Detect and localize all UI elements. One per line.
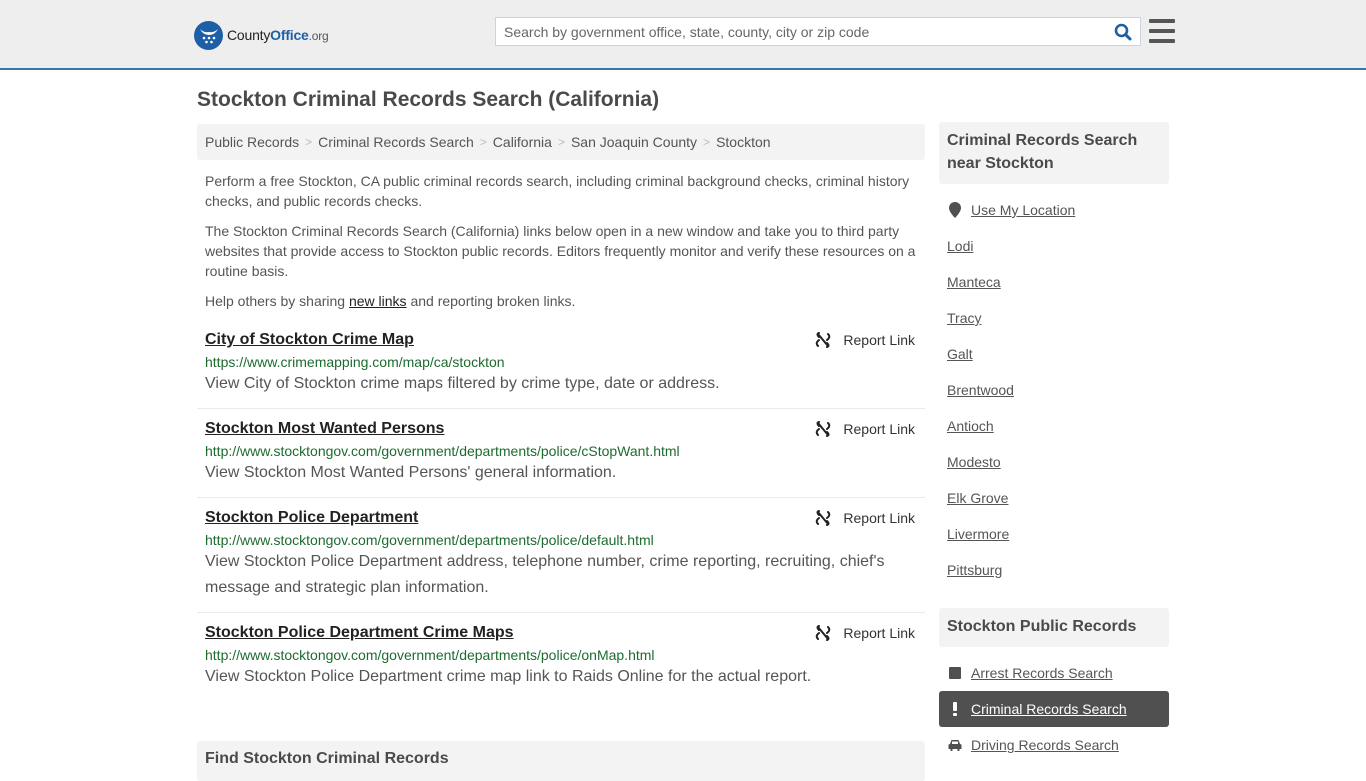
site-logo[interactable]: CountyOffice.org — [194, 20, 329, 50]
nearby-city-item: Brentwood — [939, 372, 1169, 408]
breadcrumb-san-joaquin-county[interactable]: San Joaquin County — [571, 134, 697, 150]
site-header: CountyOffice.org — [0, 0, 1366, 70]
breadcrumb-separator: > — [305, 135, 313, 149]
menu-bar — [1149, 39, 1175, 43]
new-links-link[interactable]: new links — [349, 293, 407, 309]
result-item: Stockton Police Department Crime Maps Re… — [197, 613, 925, 701]
logo-text: CountyOffice.org — [227, 27, 329, 43]
result-description: View Stockton Police Department crime ma… — [205, 668, 812, 685]
search-button[interactable] — [1106, 18, 1140, 45]
arrest-records-search-link[interactable]: Arrest Records Search — [971, 665, 1113, 681]
result-title-link[interactable]: Stockton Most Wanted Persons — [205, 420, 444, 438]
nearby-list: Use My Location Lodi Manteca Tracy Galt … — [939, 192, 1169, 588]
criminal-records-search-link[interactable]: Criminal Records Search — [971, 701, 1127, 717]
result-description: View City of Stockton crime maps filtere… — [205, 375, 720, 392]
nearby-city-item: Manteca — [939, 264, 1169, 300]
result-title-link[interactable]: Stockton Police Department Crime Maps — [205, 624, 514, 642]
public-record-item-driving: Driving Records Search — [939, 727, 1169, 763]
result-item: Stockton Most Wanted Persons Report Link… — [197, 409, 925, 498]
search-input[interactable] — [496, 18, 1106, 45]
public-records-heading: Stockton Public Records — [939, 608, 1169, 647]
result-item: City of Stockton Crime Map Report Link h… — [197, 320, 925, 409]
nearby-city-item: Lodi — [939, 228, 1169, 264]
result-title-link[interactable]: City of Stockton Crime Map — [205, 331, 414, 349]
public-records-list: Arrest Records Search Criminal Records S… — [939, 655, 1169, 763]
use-my-location-link[interactable]: Use My Location — [971, 202, 1075, 218]
nearby-city-item: Antioch — [939, 408, 1169, 444]
result-title-link[interactable]: Stockton Police Department — [205, 509, 418, 527]
nearby-city-link[interactable]: Antioch — [947, 418, 994, 434]
result-description: View Stockton Police Department address,… — [205, 553, 885, 596]
menu-bar — [1149, 19, 1175, 23]
intro-text-span: and reporting broken links. — [406, 293, 576, 309]
result-url[interactable]: http://www.stocktongov.com/government/de… — [205, 532, 917, 548]
breadcrumb-california[interactable]: California — [493, 134, 552, 150]
eagle-stars-icon — [194, 20, 223, 50]
intro-paragraph-3: Help others by sharing new links and rep… — [205, 291, 920, 311]
driving-records-search-link[interactable]: Driving Records Search — [971, 737, 1119, 753]
result-url[interactable]: http://www.stocktongov.com/government/de… — [205, 443, 917, 459]
page-title: Stockton Criminal Records Search (Califo… — [197, 88, 660, 111]
result-description: View Stockton Most Wanted Persons' gener… — [205, 464, 617, 481]
intro-text-span: Help others by sharing — [205, 293, 349, 309]
find-records-heading: Find Stockton Criminal Records — [197, 741, 925, 781]
use-my-location-item: Use My Location — [939, 192, 1169, 228]
nearby-city-link[interactable]: Brentwood — [947, 382, 1014, 398]
nearby-city-link[interactable]: Lodi — [947, 238, 973, 254]
exclamation-icon — [947, 702, 963, 716]
nearby-city-link[interactable]: Galt — [947, 346, 973, 362]
intro-paragraph-1: Perform a free Stockton, CA public crimi… — [205, 173, 910, 209]
nearby-city-link[interactable]: Modesto — [947, 454, 1001, 470]
result-url[interactable]: http://www.stocktongov.com/government/de… — [205, 647, 917, 663]
nearby-city-item: Pittsburg — [939, 552, 1169, 588]
report-link-button[interactable]: Report Link — [815, 332, 915, 348]
nearby-city-link[interactable]: Elk Grove — [947, 490, 1008, 506]
report-link-button[interactable]: Report Link — [815, 510, 915, 526]
breadcrumb-public-records[interactable]: Public Records — [205, 134, 299, 150]
results-list: City of Stockton Crime Map Report Link h… — [197, 320, 925, 701]
map-marker-icon — [947, 202, 963, 218]
nearby-city-link[interactable]: Tracy — [947, 310, 981, 326]
nearby-city-item: Modesto — [939, 444, 1169, 480]
report-link-button[interactable]: Report Link — [815, 625, 915, 641]
breadcrumb: Public Records > Criminal Records Search… — [197, 124, 925, 160]
intro-text: Perform a free Stockton, CA public crimi… — [205, 171, 920, 321]
public-record-item-arrest: Arrest Records Search — [939, 655, 1169, 691]
result-item: Stockton Police Department Report Link h… — [197, 498, 925, 613]
breadcrumb-separator: > — [557, 135, 565, 149]
breadcrumb-criminal-records-search[interactable]: Criminal Records Search — [318, 134, 474, 150]
intro-paragraph-2: The Stockton Criminal Records Search (Ca… — [205, 223, 916, 279]
hamburger-menu-icon[interactable] — [1149, 19, 1175, 43]
breadcrumb-stockton[interactable]: Stockton — [716, 134, 770, 150]
broken-link-icon — [816, 332, 831, 348]
broken-link-icon — [816, 510, 831, 526]
car-icon — [947, 739, 963, 751]
nearby-city-link[interactable]: Pittsburg — [947, 562, 1002, 578]
menu-bar — [1149, 29, 1175, 33]
nearby-city-item: Galt — [939, 336, 1169, 372]
search-icon — [1114, 23, 1132, 40]
report-link-label: Report Link — [843, 332, 915, 348]
nearby-city-item: Elk Grove — [939, 480, 1169, 516]
report-link-label: Report Link — [843, 510, 915, 526]
public-record-item-criminal: Criminal Records Search — [939, 691, 1169, 727]
nearby-heading: Criminal Records Search near Stockton — [939, 122, 1169, 184]
nearby-city-item: Tracy — [939, 300, 1169, 336]
broken-link-icon — [816, 625, 831, 641]
report-link-label: Report Link — [843, 421, 915, 437]
report-link-button[interactable]: Report Link — [815, 421, 915, 437]
nearby-city-link[interactable]: Manteca — [947, 274, 1001, 290]
breadcrumb-separator: > — [703, 135, 711, 149]
nearby-city-item: Livermore — [939, 516, 1169, 552]
nearby-city-link[interactable]: Livermore — [947, 526, 1009, 542]
report-link-label: Report Link — [843, 625, 915, 641]
breadcrumb-separator: > — [479, 135, 487, 149]
search-bar — [495, 17, 1141, 46]
square-icon — [947, 667, 963, 679]
result-url[interactable]: https://www.crimemapping.com/map/ca/stoc… — [205, 354, 917, 370]
broken-link-icon — [816, 421, 831, 437]
